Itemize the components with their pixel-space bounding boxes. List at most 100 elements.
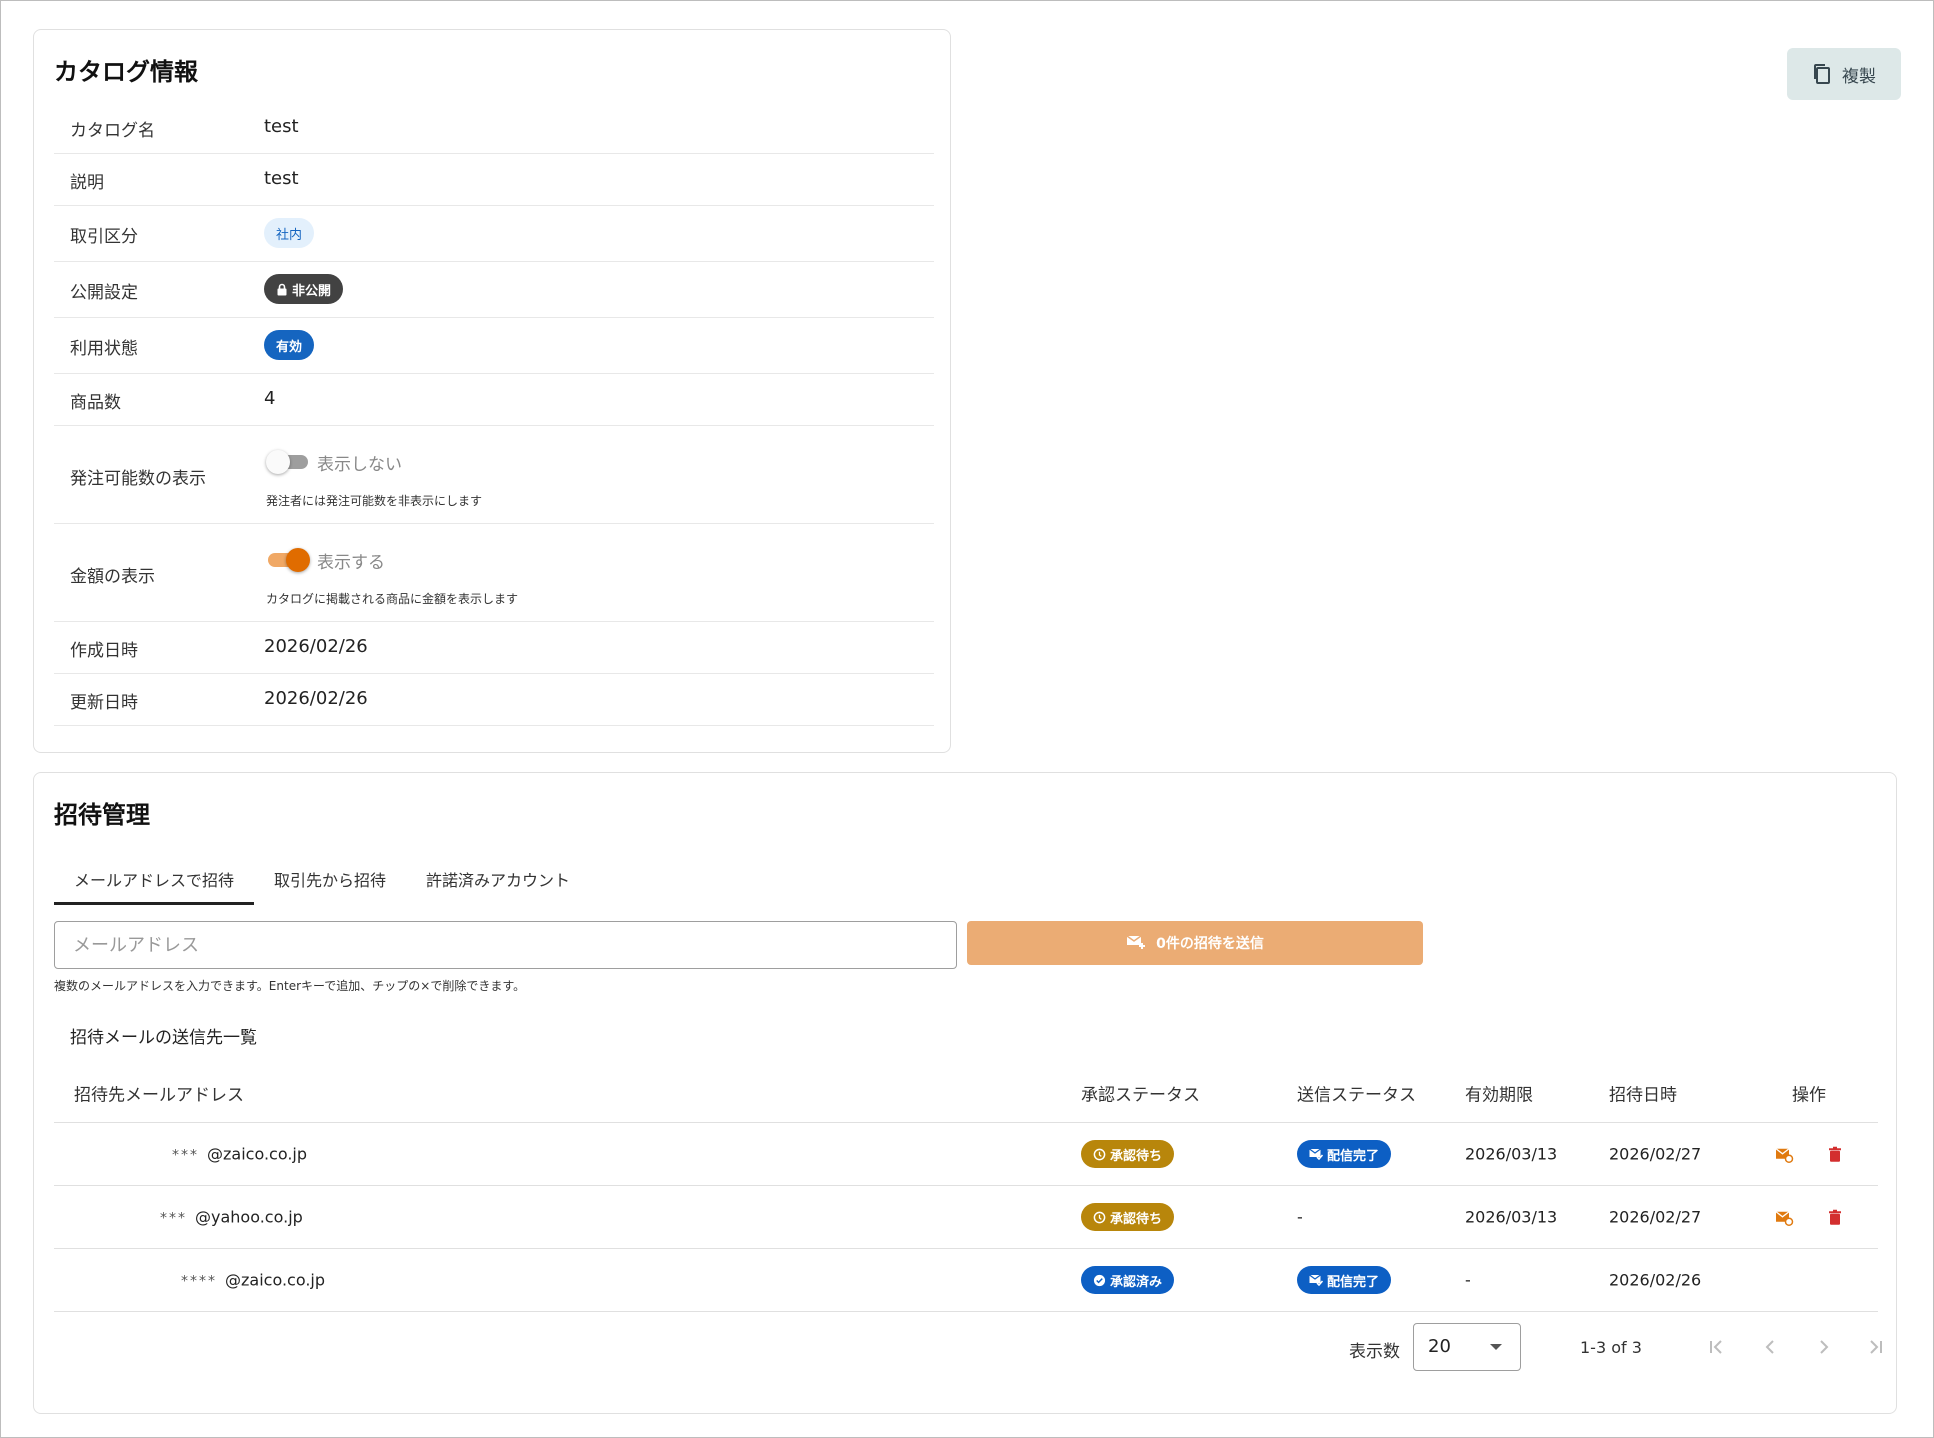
approval-status-cell: 承認待ち bbox=[1081, 1140, 1175, 1168]
status-value: 有効 bbox=[264, 330, 315, 360]
approval-status-label: 承認済み bbox=[1110, 1274, 1163, 1290]
send-status-cell: 配信完了 bbox=[1297, 1266, 1392, 1294]
mail-check-icon bbox=[1309, 1148, 1323, 1160]
clock-icon bbox=[1093, 1148, 1106, 1160]
email-domain: @zaico.co.jp bbox=[225, 1270, 326, 1290]
resend-mail-icon[interactable] bbox=[1774, 1144, 1794, 1164]
invite-tabs: メールアドレスで招待 取引先から招待 許諾済みアカウント bbox=[54, 853, 590, 905]
masked-local-part: *** bbox=[172, 1147, 199, 1164]
mail-check-icon bbox=[1309, 1274, 1323, 1286]
order-qty-display-help: 発注者には発注可能数を非表示にします bbox=[266, 494, 483, 508]
info-row-updated: 更新日時 2026/02/26 bbox=[54, 674, 934, 726]
info-row-description: 説明 test bbox=[54, 154, 934, 206]
trade-type-label: 取引区分 bbox=[70, 227, 138, 247]
visibility-chip: 非公開 bbox=[264, 274, 344, 304]
send-invite-button-label: 0件の招待を送信 bbox=[1156, 936, 1264, 952]
next-page-icon[interactable] bbox=[1812, 1335, 1836, 1359]
first-page-icon[interactable] bbox=[1704, 1335, 1728, 1359]
delete-icon[interactable] bbox=[1825, 1207, 1845, 1227]
trade-type-chip: 社内 bbox=[264, 218, 315, 248]
trade-type-value: 社内 bbox=[264, 218, 315, 248]
column-header-ops: 操作 bbox=[1792, 1085, 1826, 1105]
check-circle-icon bbox=[1093, 1274, 1106, 1286]
tab-label: 許諾済みアカウント bbox=[426, 871, 571, 890]
column-header-expire: 有効期限 bbox=[1465, 1085, 1533, 1105]
visibility-label: 公開設定 bbox=[70, 283, 138, 303]
visibility-chip-label: 非公開 bbox=[292, 283, 332, 299]
invited-cell: 2026/02/27 bbox=[1609, 1207, 1702, 1227]
switch-knob bbox=[266, 450, 290, 474]
tab-label: 取引先から招待 bbox=[274, 871, 387, 890]
expire-cell: - bbox=[1465, 1270, 1471, 1290]
approval-status-label: 承認待ち bbox=[1110, 1148, 1163, 1164]
price-display-help: カタログに掲載される商品に金額を表示します bbox=[266, 592, 519, 606]
send-invite-button[interactable]: 0件の招待を送信 bbox=[967, 921, 1423, 965]
visibility-value: 非公開 bbox=[264, 274, 344, 304]
table-row: *** @zaico.co.jp 承認待ち 配信完了 2026/03/13 202… bbox=[54, 1123, 1878, 1186]
tab-invite-from-partner[interactable]: 取引先から招待 bbox=[254, 853, 406, 905]
rows-per-page-label: 表示数 bbox=[1349, 1342, 1400, 1362]
created-label: 作成日時 bbox=[70, 641, 138, 661]
table-row: **** @zaico.co.jp 承認済み 配信完了 - 2026/02/26 bbox=[54, 1249, 1878, 1312]
send-status-badge: 配信完了 bbox=[1297, 1140, 1392, 1168]
send-status-label: 配信完了 bbox=[1327, 1274, 1380, 1290]
rows-per-page-select[interactable]: 20 bbox=[1413, 1323, 1521, 1371]
approval-status-label: 承認待ち bbox=[1110, 1211, 1163, 1227]
info-row-visibility: 公開設定 非公開 bbox=[54, 262, 934, 318]
tab-approved-accounts[interactable]: 許諾済みアカウント bbox=[406, 853, 590, 905]
order-qty-display-switch-label: 表示しない bbox=[317, 455, 402, 475]
clock-icon bbox=[1093, 1211, 1106, 1223]
chevron-down-icon bbox=[1490, 1344, 1502, 1350]
page-range: 1-3 of 3 bbox=[1580, 1338, 1642, 1357]
updated-label: 更新日時 bbox=[70, 693, 138, 713]
send-status-label: 配信完了 bbox=[1327, 1148, 1380, 1164]
updated-value: 2026/02/26 bbox=[264, 688, 368, 709]
product-count-value: 4 bbox=[264, 388, 276, 409]
approval-status-cell: 承認済み bbox=[1081, 1266, 1175, 1294]
approval-status-badge: 承認済み bbox=[1081, 1266, 1175, 1294]
delete-icon[interactable] bbox=[1825, 1144, 1845, 1164]
send-status-cell: 配信完了 bbox=[1297, 1140, 1392, 1168]
catalog-info-card: カタログ情報 カタログ名 test 説明 test 取引区分 社内 公開設定 非… bbox=[33, 29, 951, 753]
info-row-order-qty-display: 発注可能数の表示 表示しない 発注者には発注可能数を非表示にします bbox=[54, 426, 934, 524]
copy-button[interactable]: 複製 bbox=[1787, 48, 1901, 100]
email-cell: *** @zaico.co.jp bbox=[172, 1145, 307, 1164]
approval-status-cell: 承認待ち bbox=[1081, 1203, 1175, 1231]
masked-local-part: *** bbox=[160, 1210, 187, 1227]
info-row-created: 作成日時 2026/02/26 bbox=[54, 622, 934, 674]
invite-table: 招待先メールアドレス 承認ステータス 送信ステータス 有効期限 招待日時 操作 … bbox=[54, 1063, 1878, 1312]
status-label: 利用状態 bbox=[70, 339, 138, 359]
tab-invite-by-email[interactable]: メールアドレスで招待 bbox=[54, 853, 255, 905]
column-header-approval: 承認ステータス bbox=[1081, 1085, 1200, 1105]
order-qty-display-switch[interactable] bbox=[266, 450, 310, 474]
lock-icon bbox=[277, 283, 287, 295]
column-header-invited: 招待日時 bbox=[1609, 1085, 1677, 1105]
expire-cell: 2026/03/13 bbox=[1465, 1207, 1558, 1227]
email-cell: *** @yahoo.co.jp bbox=[160, 1208, 303, 1227]
ops-cell bbox=[1774, 1144, 1845, 1165]
ops-cell bbox=[1774, 1207, 1845, 1228]
invited-cell: 2026/02/27 bbox=[1609, 1144, 1702, 1164]
expire-cell: 2026/03/13 bbox=[1465, 1144, 1558, 1164]
catalog-info-table: カタログ名 test 説明 test 取引区分 社内 公開設定 非公開 利用状態 bbox=[54, 102, 934, 726]
last-page-icon[interactable] bbox=[1864, 1335, 1888, 1359]
description-value: test bbox=[264, 168, 299, 189]
catalog-name-label: カタログ名 bbox=[70, 121, 155, 141]
info-row-status: 利用状態 有効 bbox=[54, 318, 934, 374]
catalog-name-value: test bbox=[264, 116, 299, 137]
info-row-trade-type: 取引区分 社内 bbox=[54, 206, 934, 262]
price-display-switch[interactable] bbox=[266, 548, 310, 572]
info-row-product-count: 商品数 4 bbox=[54, 374, 934, 426]
copy-button-label: 複製 bbox=[1842, 66, 1876, 87]
resend-mail-icon[interactable] bbox=[1774, 1207, 1794, 1227]
email-domain: @yahoo.co.jp bbox=[195, 1207, 303, 1227]
catalog-info-title: カタログ情報 bbox=[54, 58, 198, 86]
price-display-switch-label: 表示する bbox=[317, 553, 385, 573]
table-row: *** @yahoo.co.jp 承認待ち - 2026/03/13 2026/0… bbox=[54, 1186, 1878, 1249]
invite-management-title: 招待管理 bbox=[54, 801, 150, 829]
prev-page-icon[interactable] bbox=[1758, 1335, 1782, 1359]
invited-cell: 2026/02/26 bbox=[1609, 1270, 1702, 1290]
copy-icon bbox=[1814, 64, 1830, 84]
info-row-name: カタログ名 test bbox=[54, 102, 934, 154]
email-input[interactable] bbox=[54, 921, 957, 969]
